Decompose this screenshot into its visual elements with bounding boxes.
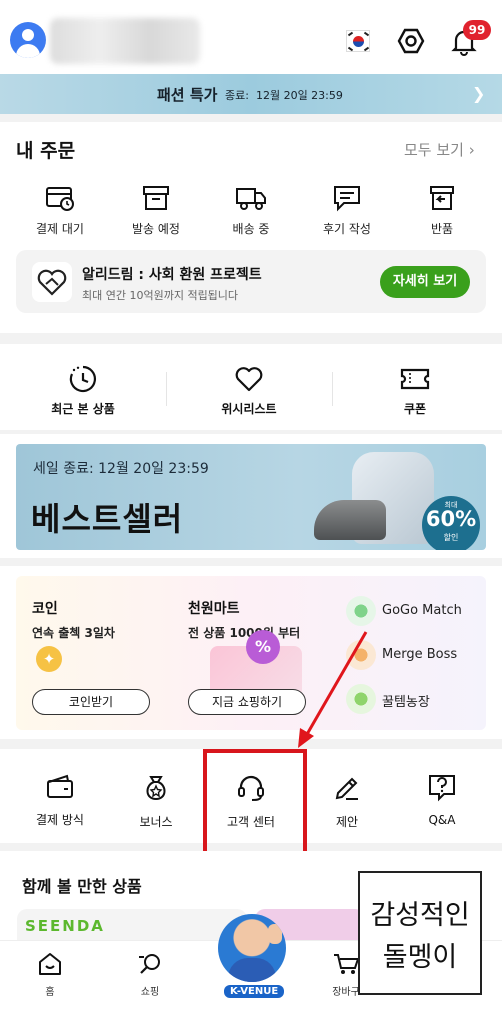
divider: [332, 372, 333, 406]
bestseller-title: 베스트셀러: [31, 500, 184, 538]
bestseller-subtitle: 세일 종료: 12월 20일 23:59: [33, 461, 209, 477]
blurred-username: [50, 18, 200, 64]
korea-flag-icon[interactable]: [346, 30, 370, 52]
game-label: Merge Boss: [382, 647, 458, 662]
recent-clock-icon: [69, 365, 96, 393]
mart-title: 천원마트: [188, 601, 240, 617]
service-label: 결제 방식: [36, 813, 84, 827]
gogo-match-icon: [346, 596, 376, 626]
tab-label: 홈: [45, 987, 55, 998]
order-label: 반품: [430, 222, 454, 236]
divider: [166, 372, 167, 406]
game-honey-farm[interactable]: 꿀템농장: [346, 682, 486, 718]
order-label: 결제 대기: [36, 222, 84, 236]
game-merge-boss[interactable]: Merge Boss: [346, 638, 486, 674]
question-icon: [429, 775, 455, 802]
quick-label: 쿠폰: [403, 402, 427, 416]
percent-coupon-image: %: [196, 624, 306, 698]
coin-desc: 연속 출첵 3일차: [32, 626, 115, 640]
watermark-line: 돌멩이: [382, 942, 458, 973]
tab-shopping[interactable]: 쇼핑: [110, 951, 190, 998]
order-shipping[interactable]: 배송 중: [211, 184, 291, 237]
merge-boss-icon: [346, 640, 376, 670]
game-label: 꿀템농장: [382, 695, 430, 710]
pencil-icon: [335, 777, 358, 800]
suggestion[interactable]: 제안: [297, 773, 397, 830]
bestseller-banner[interactable]: 세일 종료: 12월 20일 23:59 베스트셀러 최대 60% 할인: [16, 444, 486, 550]
discount-badge: 최대 60% 할인: [422, 496, 480, 550]
highlight-box: [203, 749, 307, 855]
recently-viewed[interactable]: 최근 본 상품: [13, 364, 153, 417]
settings-hex-icon[interactable]: [397, 27, 425, 55]
bonus[interactable]: 보너스: [106, 773, 206, 830]
get-coins-button[interactable]: 코인받기: [32, 689, 150, 715]
section-title: 내 주문: [16, 140, 76, 162]
watermark-overlay: 감성적인 돌멩이: [358, 871, 482, 995]
wishlist[interactable]: 위시리스트: [179, 364, 319, 417]
order-label: 발송 예정: [132, 222, 180, 236]
coupons[interactable]: 쿠폰: [345, 364, 485, 417]
alidream-promo-card[interactable]: 알리드림 : 사회 환원 프로젝트 최대 연간 10억원까지 적립됩니다 자세히…: [16, 250, 486, 313]
brand-logo: SEENDA: [25, 917, 105, 935]
view-all-link[interactable]: 모두 보기 ›: [404, 139, 475, 160]
cart-icon: [334, 954, 360, 974]
order-label: 배송 중: [232, 222, 270, 236]
order-label: 후기 작성: [323, 222, 371, 236]
quick-links: 최근 본 상품 위시리스트 쿠폰: [0, 344, 502, 430]
notification-badge: 99: [463, 20, 491, 40]
quick-label: 위시리스트: [221, 402, 277, 416]
rewards-card: 코인 연속 출첵 3일차 ✦ 코인받기 천원마트 전 상품 1000원 부터 %…: [16, 576, 486, 730]
avatar[interactable]: [10, 22, 46, 58]
order-payment-pending[interactable]: 결제 대기: [20, 184, 100, 237]
review-icon: [334, 186, 360, 212]
coin-title: 코인: [32, 601, 58, 617]
coin-star-icon: ✦: [36, 646, 62, 672]
coupon-icon: [400, 368, 430, 390]
wallet-icon: [47, 774, 73, 798]
return-icon: [430, 186, 454, 210]
shop-now-button[interactable]: 지금 쇼핑하기: [188, 689, 306, 715]
heart-icon: [235, 367, 263, 392]
home-icon: [39, 953, 61, 975]
search-bag-icon: [139, 954, 160, 974]
sale-title: 패션 특가: [157, 86, 218, 104]
order-write-review[interactable]: 후기 작성: [307, 184, 387, 237]
top-bar: 99: [0, 0, 502, 74]
sale-end: 종료: 12월 20일 23:59: [225, 89, 343, 102]
promo-subtitle: 최대 연간 10억원까지 적립됩니다: [82, 289, 239, 302]
promo-title: 알리드림 : 사회 환원 프로젝트: [82, 267, 262, 283]
recommend-title: 함께 볼 만한 상품: [22, 877, 142, 896]
fashion-sale-banner[interactable]: 패션 특가 종료: 12월 20일 23:59 ❯: [0, 74, 502, 114]
service-label: 보너스: [139, 815, 173, 829]
quick-label: 최근 본 상품: [51, 402, 115, 416]
sneaker-image: [314, 500, 386, 540]
service-label: Q&A: [428, 813, 456, 827]
bonus-bag-icon: [146, 776, 166, 801]
truck-icon: [236, 188, 266, 210]
payment-pending-icon: [46, 187, 74, 211]
qna[interactable]: Q&A: [392, 773, 492, 827]
service-label: 제안: [335, 815, 359, 829]
promo-details-button[interactable]: 자세히 보기: [380, 266, 470, 298]
honey-farm-icon: [346, 684, 376, 714]
game-gogo-match[interactable]: GoGo Match: [346, 594, 486, 630]
order-return[interactable]: 반품: [402, 184, 482, 237]
box-icon: [143, 186, 169, 210]
handshake-heart-icon: [32, 262, 72, 302]
bestseller-section: 세일 종료: 12월 20일 23:59 베스트셀러 최대 60% 할인: [0, 434, 502, 558]
k-venue-button[interactable]: [218, 914, 286, 982]
payment-methods[interactable]: 결제 방식: [10, 773, 110, 828]
chevron-right-icon: ❯: [472, 84, 486, 103]
tab-home[interactable]: 홈: [10, 951, 90, 998]
game-label: GoGo Match: [382, 603, 462, 618]
rewards-section: 코인 연속 출첵 3일차 ✦ 코인받기 천원마트 전 상품 1000원 부터 %…: [0, 566, 502, 739]
k-venue-label: K-VENUE: [224, 985, 285, 998]
watermark-line: 감성적인: [370, 900, 470, 931]
tab-label: 쇼핑: [140, 987, 160, 998]
order-to-ship[interactable]: 발송 예정: [116, 184, 196, 237]
